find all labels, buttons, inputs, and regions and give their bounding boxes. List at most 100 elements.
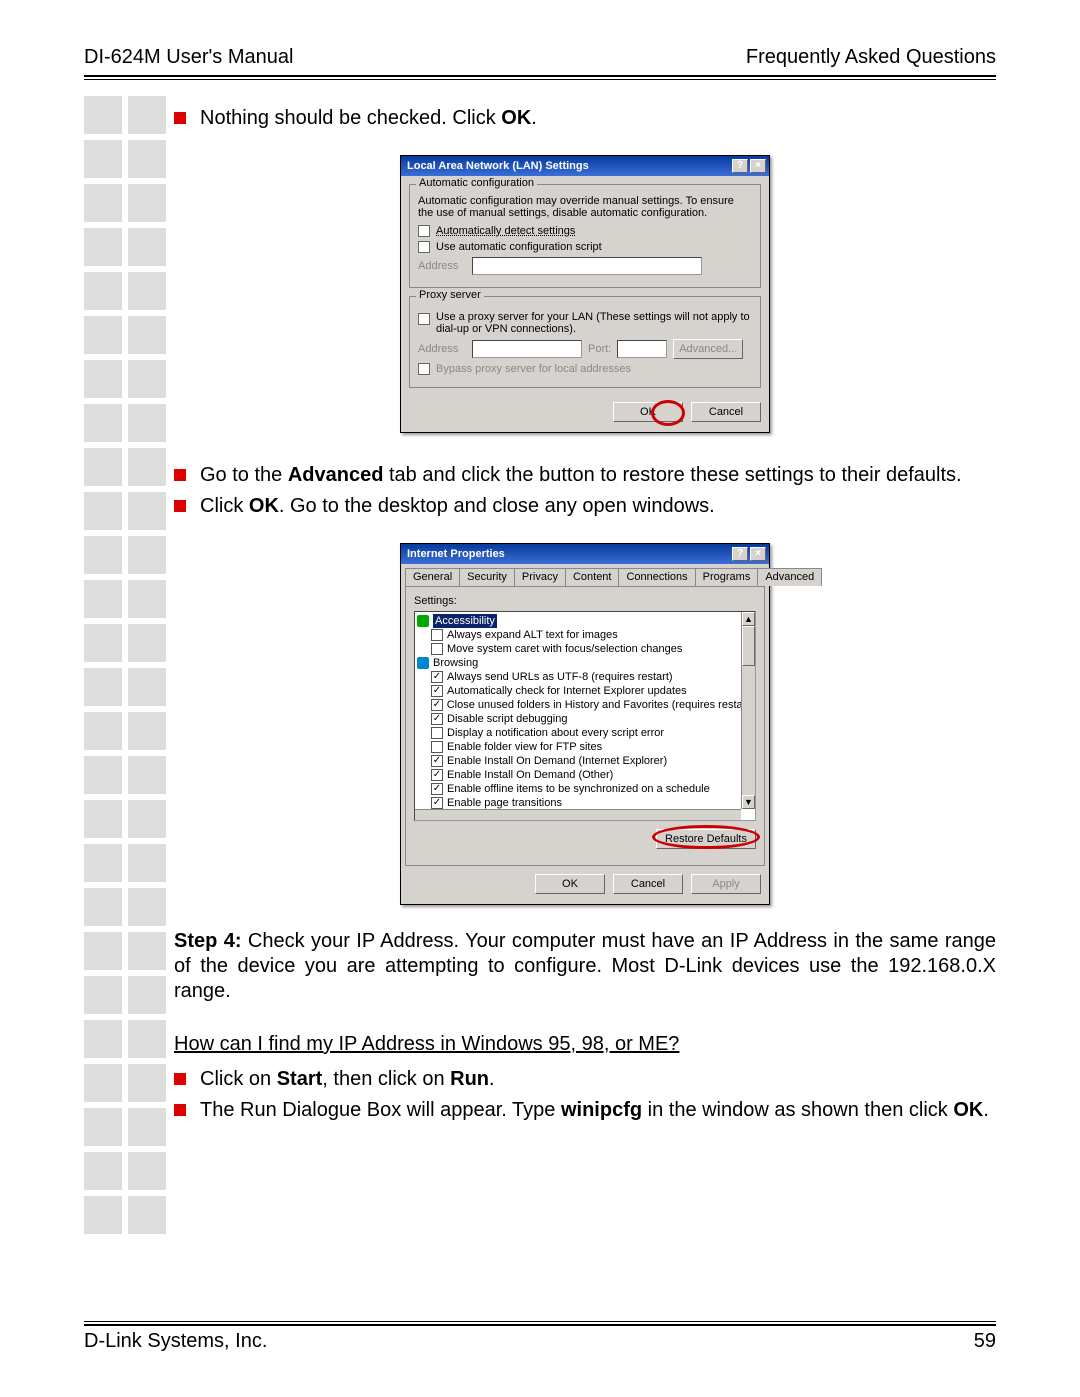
- cb-caret[interactable]: [431, 643, 443, 655]
- ip-cancel-button[interactable]: Cancel: [613, 874, 683, 894]
- footer-page-number: 59: [974, 1330, 996, 1353]
- proxy-port-input[interactable]: [617, 340, 667, 358]
- port-label: Port:: [588, 343, 611, 355]
- bypass-checkbox[interactable]: [418, 363, 430, 375]
- tree-notify-err: Display a notification about every scrip…: [447, 726, 664, 740]
- page-header-block: DI-624M User's Manual Frequently Asked Q…: [84, 46, 996, 80]
- scroll-down-icon[interactable]: ▼: [742, 795, 755, 809]
- bullet-icon: [174, 1104, 186, 1116]
- internet-properties-dialog: Internet Properties ? × General Security…: [400, 543, 770, 905]
- cb-alt[interactable]: [431, 629, 443, 641]
- cb-disable-script[interactable]: [431, 713, 443, 725]
- tree-browsing: Browsing: [433, 656, 478, 670]
- address-input-1[interactable]: [472, 257, 702, 275]
- ip-tabs: General Security Privacy Content Connect…: [401, 564, 769, 586]
- bullet-winipcfg: The Run Dialogue Box will appear. Type w…: [200, 1098, 996, 1123]
- bullet-icon: [174, 1073, 186, 1085]
- auto-script-label: Use automatic configuration script: [436, 241, 602, 253]
- scroll-thumb[interactable]: [742, 626, 755, 666]
- tree-install-other: Enable Install On Demand (Other): [447, 768, 613, 782]
- auto-config-group: Automatic configuration Automatic config…: [409, 184, 761, 288]
- tree-folder-ftp: Enable folder view for FTP sites: [447, 740, 602, 754]
- auto-config-text: Automatic configuration may override man…: [418, 195, 752, 219]
- auto-config-title: Automatic configuration: [416, 177, 537, 189]
- cb-notify-err[interactable]: [431, 727, 443, 739]
- ip-title: Internet Properties: [407, 548, 505, 560]
- cb-folder-ftp[interactable]: [431, 741, 443, 753]
- accessibility-icon: [417, 615, 429, 627]
- lan-ok-button[interactable]: OK: [613, 402, 683, 422]
- tree-offline: Enable offline items to be synchronized …: [447, 782, 710, 796]
- decorative-squares: [84, 96, 166, 1234]
- settings-vscroll[interactable]: ▲ ▼: [741, 612, 755, 809]
- lan-titlebar: Local Area Network (LAN) Settings ? ×: [401, 156, 769, 176]
- lan-settings-dialog: Local Area Network (LAN) Settings ? × Au…: [400, 155, 770, 433]
- auto-script-checkbox[interactable]: [418, 241, 430, 253]
- settings-hscroll[interactable]: [415, 809, 741, 820]
- bullet-start-run: Click on Start, then click on Run.: [200, 1067, 996, 1092]
- tab-security[interactable]: Security: [459, 568, 515, 586]
- tab-privacy[interactable]: Privacy: [514, 568, 566, 586]
- step4-text: Step 4: Check your IP Address. Your comp…: [174, 929, 996, 1004]
- header-right: Frequently Asked Questions: [746, 46, 996, 69]
- tree-install-ie: Enable Install On Demand (Internet Explo…: [447, 754, 667, 768]
- cb-install-other[interactable]: [431, 769, 443, 781]
- tree-closeunused: Close unused folders in History and Favo…: [447, 698, 753, 712]
- address-label-2: Address: [418, 343, 466, 355]
- auto-detect-checkbox[interactable]: [418, 225, 430, 237]
- tree-caret: Move system caret with focus/selection c…: [447, 642, 682, 656]
- use-proxy-checkbox[interactable]: [418, 313, 430, 325]
- bullet-1: Nothing should be checked. Click OK.: [200, 106, 996, 131]
- bullet-2: Go to the Advanced tab and click the but…: [200, 463, 996, 488]
- cb-install-ie[interactable]: [431, 755, 443, 767]
- tab-programs[interactable]: Programs: [695, 568, 759, 586]
- auto-detect-label: Automatically detect settings: [436, 225, 575, 237]
- proxy-group: Proxy server Use a proxy server for your…: [409, 296, 761, 388]
- bullet-3: Click OK. Go to the desktop and close an…: [200, 494, 996, 519]
- ip-help-button[interactable]: ?: [732, 547, 748, 561]
- tree-page-trans: Enable page transitions: [447, 796, 562, 810]
- tree-utf8: Always send URLs as UTF-8 (requires rest…: [447, 670, 673, 684]
- tree-disable-script: Disable script debugging: [447, 712, 567, 726]
- settings-label: Settings:: [414, 595, 756, 607]
- advanced-button[interactable]: Advanced...: [673, 339, 743, 359]
- bullet-icon: [174, 112, 186, 124]
- footer-left: D-Link Systems, Inc.: [84, 1330, 267, 1353]
- restore-defaults-button[interactable]: Restore Defaults: [656, 829, 756, 849]
- advanced-tab-body: Settings: Accessibility Always expand AL…: [405, 586, 765, 866]
- address-label-1: Address: [418, 260, 466, 272]
- header-left: DI-624M User's Manual: [84, 46, 293, 69]
- use-proxy-label: Use a proxy server for your LAN (These s…: [436, 311, 752, 335]
- tree-updates: Automatically check for Internet Explore…: [447, 684, 687, 698]
- bullet-icon: [174, 500, 186, 512]
- subhead-ip-address: How can I find my IP Address in Windows …: [174, 1032, 996, 1057]
- proxy-title: Proxy server: [416, 289, 484, 301]
- settings-list[interactable]: Accessibility Always expand ALT text for…: [414, 611, 756, 821]
- cb-utf8[interactable]: [431, 671, 443, 683]
- tab-general[interactable]: General: [405, 568, 460, 586]
- browsing-icon: [417, 657, 429, 669]
- main-content: Nothing should be checked. Click OK. Loc…: [174, 96, 996, 1129]
- bypass-label: Bypass proxy server for local addresses: [436, 363, 631, 375]
- tab-advanced[interactable]: Advanced: [757, 568, 822, 586]
- cb-closeunused[interactable]: [431, 699, 443, 711]
- close-button[interactable]: ×: [750, 159, 766, 173]
- help-button[interactable]: ?: [732, 159, 748, 173]
- ip-close-button[interactable]: ×: [750, 547, 766, 561]
- proxy-address-input[interactable]: [472, 340, 582, 358]
- lan-cancel-button[interactable]: Cancel: [691, 402, 761, 422]
- ip-ok-button[interactable]: OK: [535, 874, 605, 894]
- ip-titlebar: Internet Properties ? ×: [401, 544, 769, 564]
- tab-content[interactable]: Content: [565, 568, 620, 586]
- tree-accessibility[interactable]: Accessibility: [433, 614, 497, 628]
- lan-title: Local Area Network (LAN) Settings: [407, 160, 589, 172]
- bullet-icon: [174, 469, 186, 481]
- page-footer-block: D-Link Systems, Inc. 59: [84, 1319, 996, 1353]
- tab-connections[interactable]: Connections: [618, 568, 695, 586]
- cb-offline[interactable]: [431, 783, 443, 795]
- cb-updates[interactable]: [431, 685, 443, 697]
- cb-page-trans[interactable]: [431, 797, 443, 809]
- scroll-up-icon[interactable]: ▲: [742, 612, 755, 626]
- ip-apply-button[interactable]: Apply: [691, 874, 761, 894]
- tree-alt: Always expand ALT text for images: [447, 628, 618, 642]
